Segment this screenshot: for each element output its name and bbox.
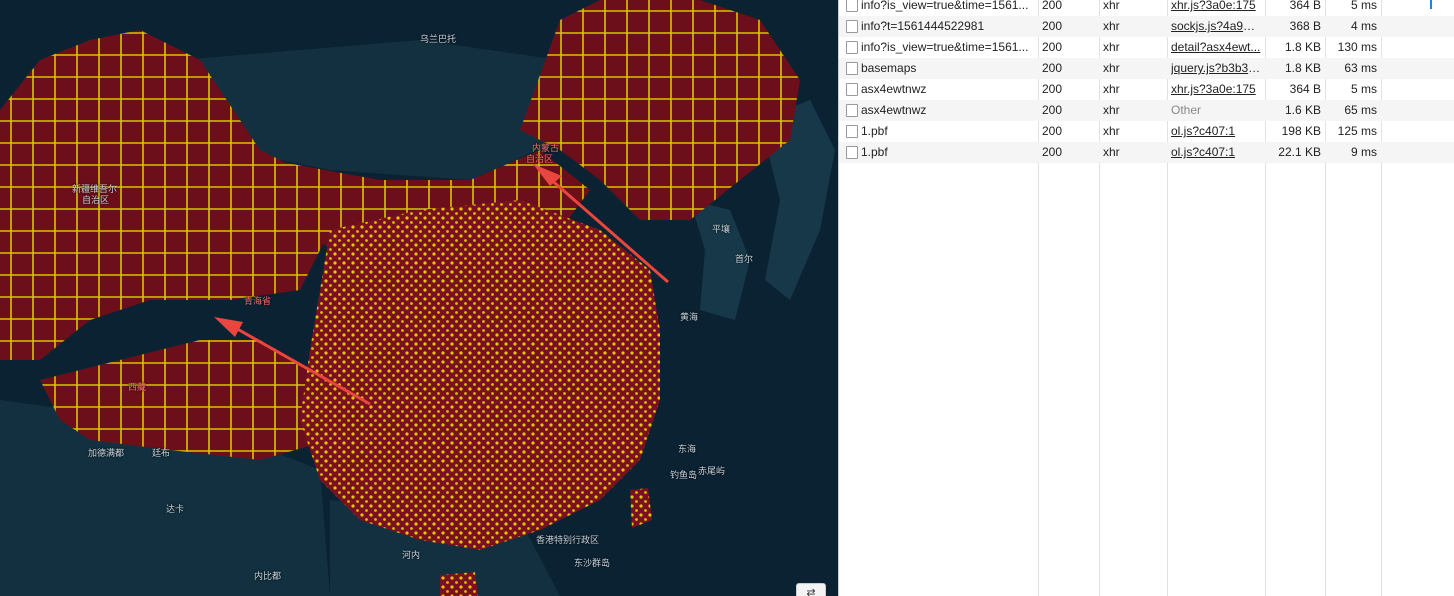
label-thimphu: 廷布 — [152, 449, 171, 459]
request-status: 200 — [1042, 145, 1063, 159]
label-neimeng-line2: 自治区 — [526, 155, 554, 165]
request-size: 364 B — [1289, 0, 1321, 12]
request-size: 22.1 KB — [1278, 145, 1321, 159]
request-name[interactable]: asx4ewtnwz — [861, 79, 1035, 100]
label-ulaanbaatar: 乌兰巴托 — [420, 35, 457, 45]
row-checkbox[interactable] — [846, 62, 858, 75]
request-status: 200 — [1042, 0, 1063, 12]
request-time: 63 ms — [1344, 61, 1377, 75]
label-dongsha: 东沙群岛 — [574, 559, 611, 569]
table-row[interactable]: 1.pbf 200 xhr ol.js?c407:1 198 KB 125 ms — [839, 121, 1454, 142]
region-east-dense — [300, 200, 660, 550]
request-name[interactable]: basemaps — [861, 58, 1035, 79]
request-type: xhr — [1103, 82, 1120, 96]
request-type: xhr — [1103, 61, 1120, 75]
request-initiator[interactable]: jquery.js?b3b3:... — [1171, 58, 1261, 79]
map-canvas[interactable] — [0, 0, 838, 596]
request-initiator[interactable]: xhr.js?3a0e:175 — [1171, 79, 1261, 100]
request-status: 200 — [1042, 82, 1063, 96]
label-xinjiang-line2: 自治区 — [82, 196, 110, 206]
request-status: 200 — [1042, 124, 1063, 138]
request-initiator[interactable]: sockjs.js?4a94:... — [1171, 16, 1261, 37]
label-diaoyu: 钓鱼岛 — [670, 471, 698, 481]
request-initiator[interactable]: xhr.js?3a0e:175 — [1171, 0, 1261, 16]
label-naypyidaw: 内比都 — [254, 572, 282, 582]
label-hanoi: 河内 — [402, 551, 421, 561]
request-size: 198 KB — [1281, 124, 1321, 138]
request-size: 1.8 KB — [1284, 40, 1321, 54]
request-status: 200 — [1042, 61, 1063, 75]
row-checkbox[interactable] — [846, 83, 858, 96]
request-type: xhr — [1103, 0, 1120, 12]
request-time: 130 ms — [1337, 40, 1377, 54]
row-checkbox[interactable] — [846, 104, 858, 117]
screenshot-root: 乌兰巴托 新疆维吾尔 自治区 内蒙古 自治区 平壤 首尔 黄海 青海省 西藏 加… — [0, 0, 1454, 596]
table-row[interactable]: asx4ewtnwz 200 xhr xhr.js?3a0e:175 364 B 5 ms — [839, 79, 1454, 100]
arrow-2-head — [214, 317, 243, 337]
table-row[interactable]: asx4ewtnwz 200 xhr Other 1.6 KB 65 ms — [839, 100, 1454, 121]
row-checkbox[interactable] — [846, 146, 858, 159]
request-name[interactable]: info?is_view=true&time=1561... — [861, 0, 1035, 16]
request-type: xhr — [1103, 40, 1120, 54]
request-size: 368 B — [1289, 19, 1321, 33]
label-kathmandu: 加德满都 — [88, 449, 125, 459]
request-size: 1.8 KB — [1284, 61, 1321, 75]
request-name[interactable]: 1.pbf — [861, 121, 1035, 142]
table-row[interactable]: info?is_view=true&time=1561... 200 xhr deta… — [839, 37, 1454, 58]
label-dhaka: 达卡 — [166, 505, 185, 515]
request-time: 125 ms — [1337, 124, 1377, 138]
label-pyongyang: 平壤 — [712, 225, 731, 235]
row-checkbox[interactable] — [846, 0, 858, 12]
request-name[interactable]: asx4ewtnwz — [861, 100, 1035, 121]
request-time: 5 ms — [1350, 82, 1377, 96]
map-control-button[interactable]: ⇄ — [796, 583, 826, 596]
table-row[interactable]: info?t=1561444522981 200 xhr sockjs.js?4a94… — [839, 16, 1454, 37]
request-status: 200 — [1042, 103, 1063, 117]
table-row[interactable]: info?is_view=true&time=1561... 200 xhr xhr.… — [839, 0, 1454, 16]
network-request-table: info?is_view=true&time=1561... 200 xhr xhr.… — [838, 0, 1454, 596]
table-row[interactable]: 1.pbf 200 xhr ol.js?c407:1 22.1 KB 9 ms — [839, 142, 1454, 163]
request-name[interactable]: info?is_view=true&time=1561... — [861, 37, 1035, 58]
request-initiator[interactable]: ol.js?c407:1 — [1171, 142, 1261, 163]
request-initiator[interactable]: detail?asx4ewt... — [1171, 37, 1261, 58]
request-time: 4 ms — [1350, 19, 1377, 33]
label-tibet: 西藏 — [128, 383, 147, 393]
table-row[interactable]: basemaps 200 xhr jquery.js?b3b3:... 1.8 KB 63… — [839, 58, 1454, 79]
label-hongkong: 香港特别行政区 — [536, 536, 600, 546]
label-qinghai: 青海省 — [244, 297, 272, 307]
row-checkbox[interactable] — [846, 125, 858, 138]
request-status: 200 — [1042, 40, 1063, 54]
label-seoul: 首尔 — [735, 255, 754, 265]
request-type: xhr — [1103, 145, 1120, 159]
request-size: 1.6 KB — [1284, 103, 1321, 117]
request-time: 5 ms — [1350, 0, 1377, 12]
request-type: xhr — [1103, 124, 1120, 138]
request-time: 9 ms — [1350, 145, 1377, 159]
request-type: xhr — [1103, 19, 1120, 33]
row-checkbox[interactable] — [846, 41, 858, 54]
label-chiwei: 赤尾屿 — [698, 467, 726, 477]
request-type: xhr — [1103, 103, 1120, 117]
request-initiator: Other — [1171, 103, 1202, 117]
request-status: 200 — [1042, 19, 1063, 33]
row-checkbox[interactable] — [846, 20, 858, 33]
request-size: 364 B — [1289, 82, 1321, 96]
request-initiator[interactable]: ol.js?c407:1 — [1171, 121, 1261, 142]
request-name[interactable]: 1.pbf — [861, 142, 1035, 163]
request-time: 65 ms — [1344, 103, 1377, 117]
region-hainan — [440, 572, 478, 596]
label-yellow-sea: 黄海 — [680, 313, 699, 323]
map-view[interactable]: 乌兰巴托 新疆维吾尔 自治区 内蒙古 自治区 平壤 首尔 黄海 青海省 西藏 加… — [0, 0, 838, 596]
region-taiwan — [630, 488, 652, 528]
request-name[interactable]: info?t=1561444522981 — [861, 16, 1035, 37]
label-east-sea: 东海 — [678, 445, 697, 455]
